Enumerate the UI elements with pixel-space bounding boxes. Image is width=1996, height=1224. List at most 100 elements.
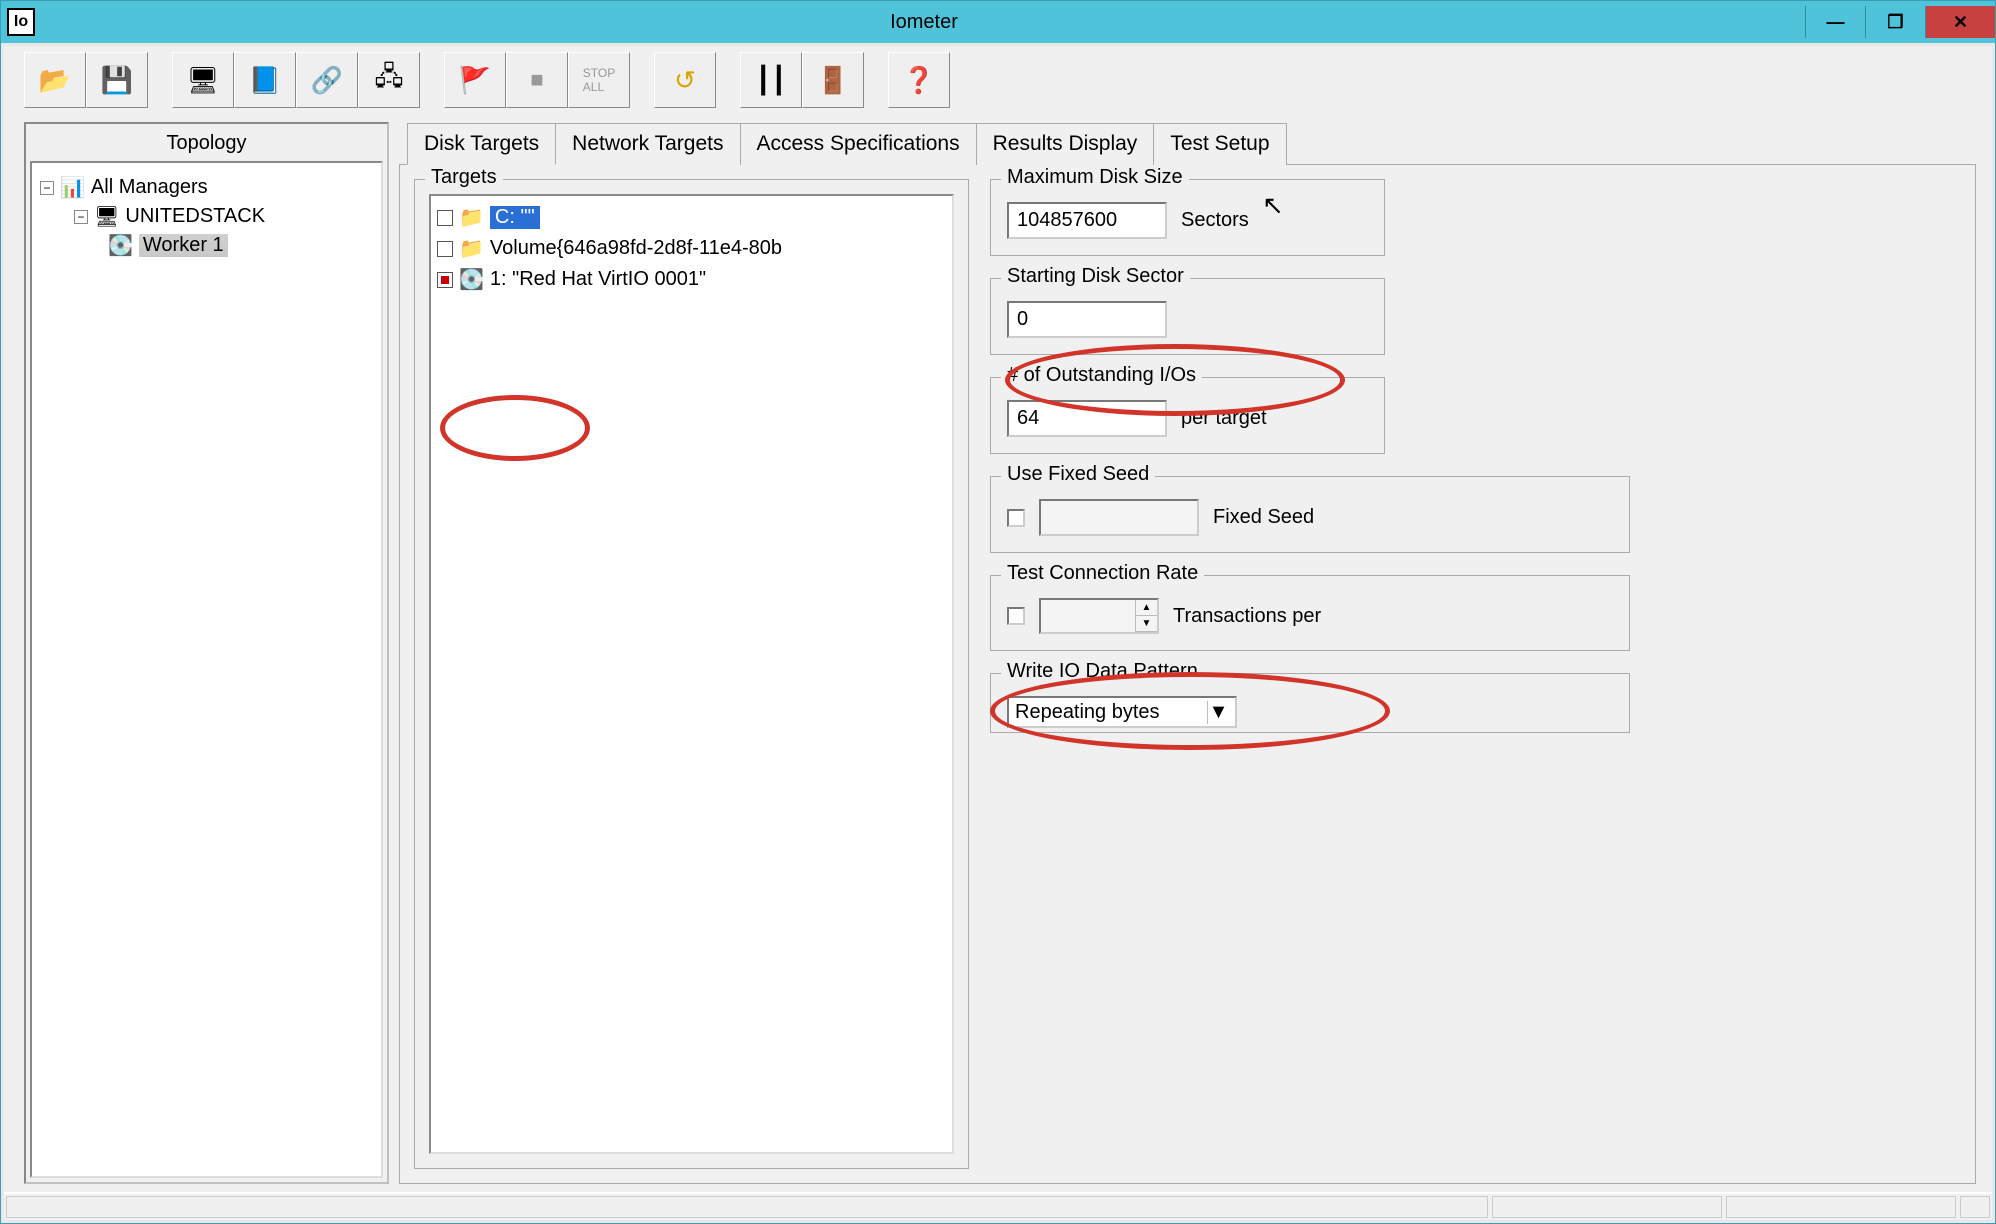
target-label: 1: "Red Hat VirtIO 0001" [490,268,706,291]
toolbar: 📂 💾 🖥 📘 🔗 🖧 🚩 ⏹ STOPALL ↺ ┃┃ 🚪 [4,46,1992,114]
app-icon: Io [7,8,35,36]
folder-open-icon: 📂 [39,65,71,96]
drive-icon: 💽 [108,233,133,258]
window-title: Iometer [43,11,1805,34]
status-pane [1492,1196,1722,1218]
fixed-seed-fieldset: Use Fixed Seed Fixed Seed [990,476,1630,553]
help-button[interactable]: ❓ [888,52,950,108]
fixed-seed-input[interactable] [1039,499,1199,536]
tab-network-targets[interactable]: Network Targets [555,123,740,165]
stop-all-button[interactable]: STOPALL [568,52,630,108]
columns-icon: ┃┃ [755,65,786,96]
window-controls: — ❐ ✕ [1805,6,1995,38]
drive-icon: 📘 [249,65,281,96]
duplicate-worker-button[interactable]: 🖧 [358,52,420,108]
starting-sector-legend: Starting Disk Sector [1001,265,1190,288]
fixed-seed-legend: Use Fixed Seed [1001,463,1155,486]
target-list[interactable]: 📁 C: "" 📁 Volume{646a98fd-2d8f-11e4-80b [429,194,954,1154]
stop-all-icon: STOPALL [583,66,615,94]
columns-button[interactable]: ┃┃ [740,52,802,108]
start-button[interactable]: 🚩 [444,52,506,108]
target-item[interactable]: 📁 Volume{646a98fd-2d8f-11e4-80b [437,233,946,264]
managers-icon: 📊 [60,175,85,200]
network-worker-button[interactable]: 🔗 [296,52,358,108]
flag-icon: 🚩 [459,65,491,96]
tabs: Disk Targets Network Targets Access Spec… [399,122,1976,165]
right-column: Maximum Disk Size Sectors Starting Disk … [990,179,1670,733]
tree-worker-label: Worker 1 [139,234,228,257]
transactions-per-label: Transactions per [1173,605,1321,628]
tree-root[interactable]: − 📊 All Managers [40,173,373,202]
network-icon: 🔗 [311,65,343,96]
save-icon: 💾 [101,65,133,96]
client-area: 📂 💾 🖥 📘 🔗 🖧 🚩 ⏹ STOPALL ↺ ┃┃ 🚪 [1,43,1995,1223]
expander-icon[interactable]: − [40,181,54,195]
reset-icon: ↺ [674,65,696,96]
tree-node-worker[interactable]: 💽 Worker 1 [108,231,373,260]
tab-test-setup[interactable]: Test Setup [1153,123,1286,165]
outstanding-ios-fieldset: # of Outstanding I/Os per target [990,377,1385,454]
titlebar: Io Iometer — ❐ ✕ [1,1,1995,43]
chevron-down-icon[interactable]: ▼ [1207,701,1229,724]
spin-down-icon[interactable]: ▼ [1136,616,1157,632]
statusbar [4,1192,1992,1220]
tree-manager-label: UNITEDSTACK [125,205,265,228]
topology-tree[interactable]: − 📊 All Managers − 🖥 UNITEDSTACK 💽 Worke… [30,161,383,1178]
connection-rate-checkbox[interactable] [1007,607,1025,625]
minimize-button[interactable]: — [1805,6,1865,38]
write-pattern-combo[interactable]: Repeating bytes ▼ [1007,696,1237,728]
resize-grip[interactable] [1960,1196,1990,1218]
sectors-label: Sectors [1181,209,1249,232]
connection-rate-legend: Test Connection Rate [1001,562,1204,585]
target-checkbox[interactable] [437,241,453,257]
write-pattern-fieldset: Write IO Data Pattern Repeating bytes ▼ [990,673,1630,733]
targets-fieldset: Targets 📁 C: "" 📁 Volume{646a98fd-2d8f-1… [414,179,969,1169]
tab-disk-targets[interactable]: Disk Targets [407,123,556,165]
topology-header: Topology [30,128,383,161]
fixed-seed-checkbox[interactable] [1007,509,1025,527]
open-button[interactable]: 📂 [24,52,86,108]
new-worker-button[interactable]: 📘 [234,52,296,108]
computer-icon: 🖥 [94,204,119,229]
starting-sector-fieldset: Starting Disk Sector [990,278,1385,355]
target-label: C: "" [490,206,540,229]
tab-access-specifications[interactable]: Access Specifications [740,123,977,165]
main-panel: Disk Targets Network Targets Access Spec… [399,122,1976,1184]
save-button[interactable]: 💾 [86,52,148,108]
tab-results-display[interactable]: Results Display [976,123,1155,165]
outstanding-ios-input[interactable] [1007,400,1167,437]
disk-yellow-icon: 📁 [459,205,484,230]
write-pattern-legend: Write IO Data Pattern [1001,660,1204,683]
spin-up-icon[interactable]: ▲ [1136,600,1157,616]
max-disk-size-input[interactable] [1007,202,1167,239]
target-item[interactable]: 📁 C: "" [437,202,946,233]
new-manager-button[interactable]: 🖥 [172,52,234,108]
status-pane [1726,1196,1956,1218]
computer-icon: 🖥 [186,65,219,96]
expander-icon[interactable]: − [74,210,88,224]
close-button[interactable]: ✕ [1925,6,1995,38]
reset-button[interactable]: ↺ [654,52,716,108]
fixed-seed-label: Fixed Seed [1213,506,1314,529]
target-checkbox[interactable] [437,272,453,288]
exit-button[interactable]: 🚪 [802,52,864,108]
connection-rate-spinner[interactable]: ▲▼ [1039,598,1159,634]
status-pane [6,1196,1488,1218]
tree-root-label: All Managers [91,176,208,199]
maximize-button[interactable]: ❐ [1865,6,1925,38]
max-disk-size-legend: Maximum Disk Size [1001,166,1189,189]
connection-rate-fieldset: Test Connection Rate ▲▼ Transactions per [990,575,1630,651]
target-checkbox[interactable] [437,210,453,226]
starting-sector-input[interactable] [1007,301,1167,338]
disk-yellow-icon: 📁 [459,236,484,261]
tree-node-manager[interactable]: − 🖥 UNITEDSTACK [74,202,373,231]
door-icon: 🚪 [817,65,849,96]
max-disk-size-fieldset: Maximum Disk Size Sectors [990,179,1385,256]
targets-legend: Targets [425,166,503,189]
topology-panel: Topology − 📊 All Managers − 🖥 UNITEDSTAC… [24,122,389,1184]
write-pattern-value: Repeating bytes [1015,701,1160,724]
target-item[interactable]: 💽 1: "Red Hat VirtIO 0001" [437,264,946,295]
stop-button[interactable]: ⏹ [506,52,568,108]
network2-icon: 🖧 [375,58,404,102]
target-label: Volume{646a98fd-2d8f-11e4-80b [490,237,782,260]
